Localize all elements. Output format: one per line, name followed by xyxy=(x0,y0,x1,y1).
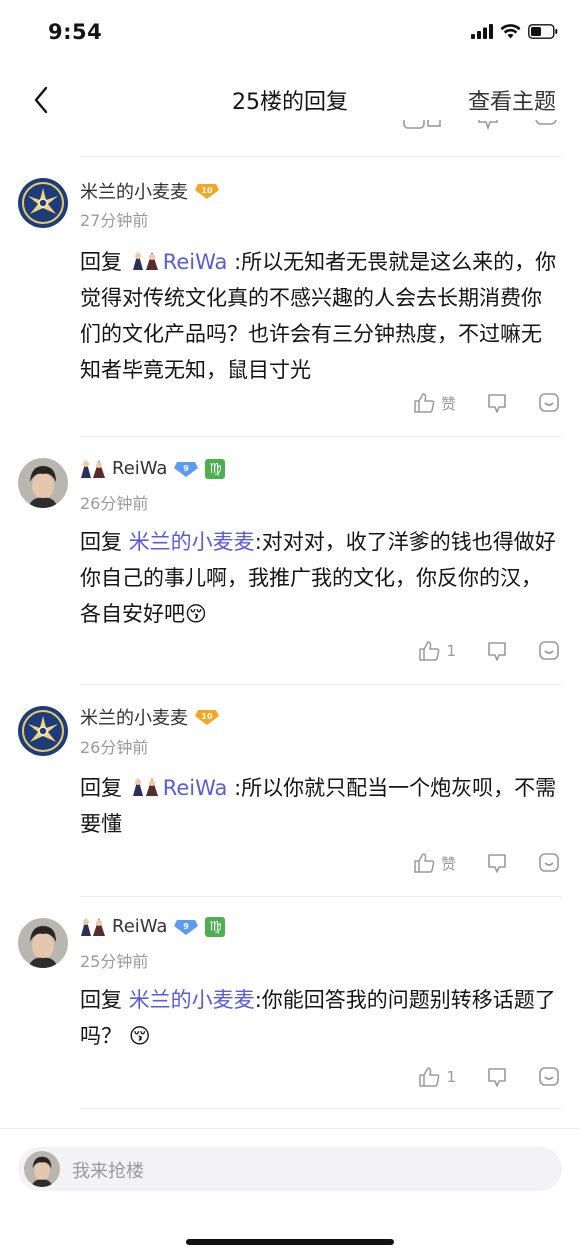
avatar-reiwa[interactable] xyxy=(18,918,68,968)
like-button[interactable]: 1 xyxy=(418,1066,456,1088)
comment-icon[interactable] xyxy=(538,852,560,874)
divider xyxy=(80,684,562,685)
emoji: 😚 xyxy=(128,1024,151,1048)
like-count: 赞 xyxy=(440,854,456,873)
reply-actions: 1 xyxy=(418,640,560,662)
svg-text:9: 9 xyxy=(184,464,190,473)
divider xyxy=(80,1108,562,1109)
like-count: 1 xyxy=(446,1068,456,1086)
chevron-left-icon xyxy=(34,86,48,114)
share-icon[interactable] xyxy=(486,392,508,414)
thumbs-up-icon xyxy=(419,1067,440,1087)
status-bar: 9:54 xyxy=(0,0,580,70)
wifi-icon xyxy=(500,24,521,43)
comment-icon xyxy=(535,120,557,125)
bottom-input-bar: 我来抢楼 xyxy=(0,1128,580,1255)
user-pixel-icon xyxy=(81,459,105,478)
input-placeholder: 我来抢楼 xyxy=(72,1161,144,1182)
thumbs-up-icon xyxy=(403,120,441,129)
reply-word: 回复 xyxy=(80,776,122,800)
like-button[interactable]: 赞 xyxy=(413,392,456,414)
like-button[interactable]: 1 xyxy=(418,640,456,662)
mention-avatar-icon xyxy=(132,252,158,270)
reply-input[interactable]: 我来抢楼 xyxy=(18,1147,562,1191)
reply-actions: 赞 xyxy=(413,392,560,414)
back-button[interactable] xyxy=(26,82,56,118)
mention-link[interactable]: 米兰的小麦麦 xyxy=(129,988,255,1012)
reply-content: 回复 米兰的小麦麦:对对对，收了洋爹的钱也得做好你自己的事儿啊，我推广我的文化，… xyxy=(80,524,562,632)
reply-time: 27分钟前 xyxy=(80,211,149,230)
username[interactable]: ReiWa xyxy=(112,458,167,479)
level-badge: 9 xyxy=(173,918,199,936)
username[interactable]: 米兰的小麦麦 xyxy=(80,178,188,204)
avatar-milan[interactable] xyxy=(18,706,68,756)
comment-icon[interactable] xyxy=(538,640,560,662)
username[interactable]: ReiWa xyxy=(112,916,167,937)
like-count: 赞 xyxy=(440,394,456,413)
username-row: ReiWa 9 ♍ xyxy=(80,458,226,479)
mention-avatar-icon xyxy=(132,778,158,796)
level-badge: 10 xyxy=(194,708,220,726)
thumbs-up-icon xyxy=(419,641,440,661)
username[interactable]: 米兰的小麦麦 xyxy=(80,704,188,730)
reply-content: 回复 ReiWa :所以无知者无畏就是这么来的，你觉得对传统文化真的不感兴趣的人… xyxy=(80,244,562,388)
battery-icon xyxy=(528,24,558,43)
status-time: 9:54 xyxy=(48,20,103,44)
comment-icon[interactable] xyxy=(538,392,560,414)
reply-time: 25分钟前 xyxy=(80,952,149,971)
reply-word: 回复 xyxy=(80,988,122,1012)
reply-actions: 赞 xyxy=(413,852,560,874)
divider xyxy=(80,436,562,437)
share-icon[interactable] xyxy=(486,1066,508,1088)
svg-text:10: 10 xyxy=(201,186,213,195)
user-pixel-icon xyxy=(81,917,105,936)
zodiac-badge: ♍ xyxy=(205,458,226,479)
svg-text:10: 10 xyxy=(201,712,213,721)
username-row: 米兰的小麦麦 10 xyxy=(80,704,220,730)
previous-actions-clipped xyxy=(0,120,580,140)
my-avatar xyxy=(24,1151,60,1187)
emoji: 😚 xyxy=(185,602,207,626)
reply-time: 26分钟前 xyxy=(80,494,149,513)
like-count: 1 xyxy=(446,642,456,660)
thumbs-up-icon xyxy=(414,393,435,413)
reply-content: 回复 米兰的小麦麦:你能回答我的问题别转移话题了吗？ 😚 xyxy=(80,982,562,1054)
avatar-reiwa[interactable] xyxy=(18,458,68,508)
reply-word: 回复 xyxy=(80,530,122,554)
home-indicator xyxy=(186,1239,394,1245)
share-icon[interactable] xyxy=(486,640,508,662)
reply-content: 回复 ReiWa :所以你就只配当一个炮灰呗，不需要懂 xyxy=(80,770,562,842)
signal-icon xyxy=(471,24,493,43)
username-row: ReiWa 9 ♍ xyxy=(80,916,226,937)
like-button[interactable]: 赞 xyxy=(413,852,456,874)
view-topic-button[interactable]: 查看主题 xyxy=(468,84,556,116)
divider xyxy=(80,156,562,157)
avatar-milan[interactable] xyxy=(18,178,68,228)
reply-actions: 1 xyxy=(418,1066,560,1088)
mention-link[interactable]: ReiWa xyxy=(163,250,228,274)
level-badge: 9 xyxy=(173,460,199,478)
share-icon xyxy=(478,120,498,131)
reply-time: 26分钟前 xyxy=(80,738,149,757)
status-icons xyxy=(471,24,558,43)
thumbs-up-icon xyxy=(414,853,435,873)
svg-text:9: 9 xyxy=(184,922,190,931)
share-icon[interactable] xyxy=(486,852,508,874)
level-badge: 10 xyxy=(194,182,220,200)
mention-link[interactable]: ReiWa xyxy=(163,776,228,800)
comment-icon[interactable] xyxy=(538,1066,560,1088)
zodiac-badge: ♍ xyxy=(205,916,226,937)
reply-word: 回复 xyxy=(80,250,122,274)
username-row: 米兰的小麦麦 10 xyxy=(80,178,220,204)
divider xyxy=(80,896,562,897)
mention-link[interactable]: 米兰的小麦麦 xyxy=(129,530,255,554)
